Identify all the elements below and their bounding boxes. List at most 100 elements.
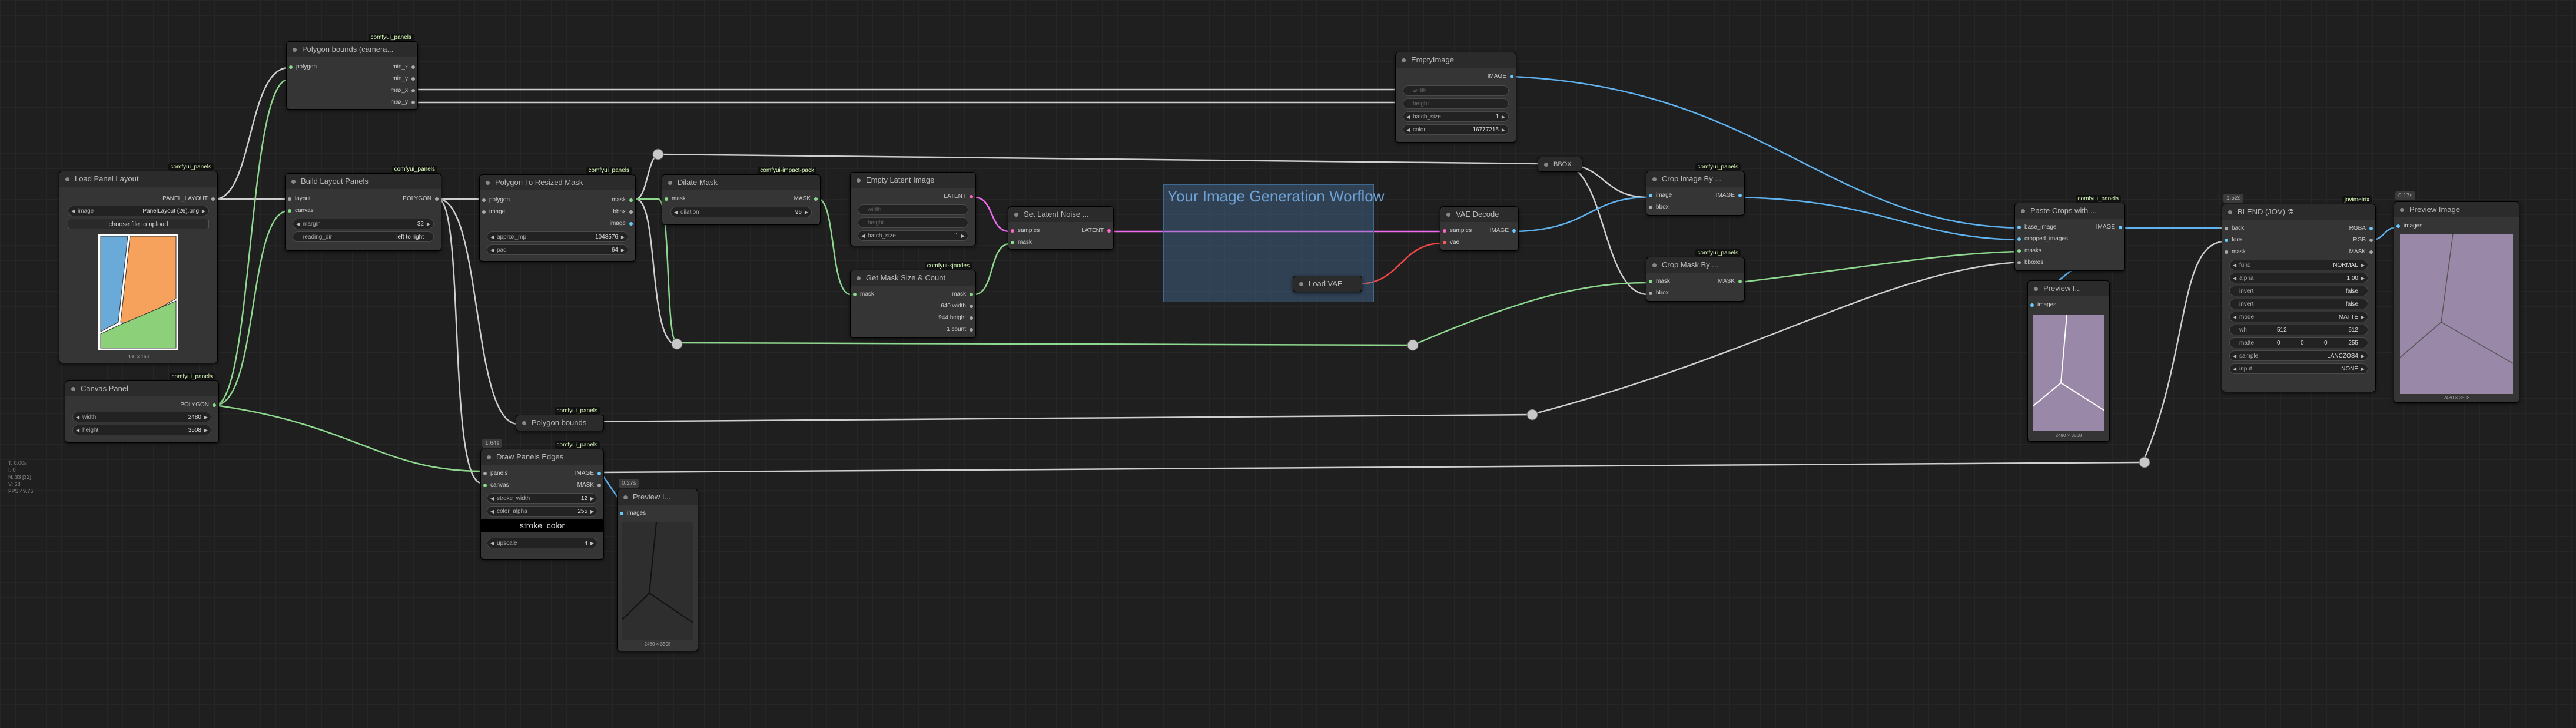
- node-dilate-mask[interactable]: comfyui-impact-pack Dilate Mask mask MAS…: [662, 167, 821, 225]
- node-bbox[interactable]: BBOX: [1538, 157, 1582, 172]
- node-title[interactable]: BLEND (JOV) ⚗: [2222, 204, 2375, 220]
- node-crop-image-by-bbox[interactable]: comfyui_panels Crop Image By ... image b…: [1646, 163, 1745, 216]
- collapse-dot-icon[interactable]: [857, 178, 861, 183]
- input-polygon[interactable]: polygon: [481, 196, 510, 204]
- node-title[interactable]: Dilate Mask: [662, 175, 820, 190]
- input-mask[interactable]: mask: [1648, 277, 1670, 286]
- node-title[interactable]: Polygon bounds: [516, 415, 603, 431]
- collapse-dot-icon[interactable]: [1402, 58, 1406, 62]
- output-image[interactable]: IMAGE: [2096, 223, 2123, 231]
- collapse-dot-icon[interactable]: [487, 455, 491, 459]
- output-latent[interactable]: LATENT: [944, 193, 974, 201]
- node-vae-decode[interactable]: VAE Decode samples vae IMAGE: [1440, 206, 1519, 251]
- reading-dir-widget[interactable]: reading_dir left to right: [293, 231, 434, 242]
- collapse-dot-icon[interactable]: [623, 495, 628, 499]
- upscale-widget[interactable]: upscale4: [487, 538, 597, 548]
- color-widget[interactable]: color16777215: [1403, 124, 1509, 135]
- node-title[interactable]: Load Panel Layout: [59, 171, 217, 187]
- input-cropped-images[interactable]: cropped_images: [2016, 235, 2068, 243]
- output-polygon[interactable]: POLYGON: [403, 195, 440, 203]
- node-title[interactable]: Load VAE: [1293, 276, 1362, 292]
- node-title[interactable]: Crop Mask By ...: [1646, 257, 1744, 273]
- collapse-dot-icon[interactable]: [65, 177, 69, 181]
- width-widget[interactable]: width2480: [72, 412, 211, 422]
- node-polygon-to-resized-mask[interactable]: comfyui_panels Polygon To Resized Mask p…: [479, 167, 636, 262]
- height-widget[interactable]: height3508: [72, 425, 211, 435]
- output-image[interactable]: image: [610, 220, 634, 228]
- node-paste-crops[interactable]: comfyui_panels Paste Crops with ... base…: [2014, 195, 2125, 271]
- collapse-dot-icon[interactable]: [1652, 263, 1657, 267]
- output-mask[interactable]: MASK: [577, 481, 602, 489]
- input-mask[interactable]: mask: [852, 290, 874, 299]
- input-image[interactable]: image: [1648, 191, 1672, 200]
- output-image[interactable]: IMAGE: [1488, 72, 1515, 81]
- collapse-dot-icon[interactable]: [857, 276, 861, 280]
- dilation-widget[interactable]: dilation96: [670, 207, 812, 217]
- collapse-dot-icon[interactable]: [2021, 209, 2025, 213]
- collapse-dot-icon[interactable]: [1299, 282, 1303, 286]
- node-canvas-panel[interactable]: comfyui_panels Canvas Panel POLYGON widt…: [65, 373, 219, 443]
- width-widget[interactable]: width: [858, 204, 968, 215]
- input-base-image[interactable]: base_image: [2016, 223, 2056, 231]
- node-empty-latent-image[interactable]: Empty Latent Image LATENT width height b…: [850, 172, 976, 246]
- output-rgb[interactable]: RGB: [2353, 236, 2374, 244]
- input-back[interactable]: back: [2223, 224, 2244, 233]
- collapse-dot-icon[interactable]: [522, 421, 526, 425]
- output-rgba[interactable]: RGBA: [2349, 224, 2374, 233]
- node-title[interactable]: Preview Image: [2394, 202, 2519, 217]
- node-load-vae[interactable]: Load VAE: [1293, 276, 1362, 292]
- collapse-dot-icon[interactable]: [486, 181, 490, 185]
- input-fore[interactable]: fore: [2223, 236, 2242, 244]
- output-image[interactable]: IMAGE: [575, 469, 602, 478]
- input-bbox[interactable]: bbox: [1648, 289, 1669, 297]
- input-polygon[interactable]: polygon: [288, 63, 317, 71]
- input-image[interactable]: image: [481, 208, 505, 216]
- node-title[interactable]: Crop Image By ...: [1646, 171, 1744, 187]
- node-empty-image[interactable]: EmptyImage IMAGE width height batch_size…: [1395, 52, 1516, 143]
- sample-widget[interactable]: sampleLANCZOS4: [2229, 350, 2368, 361]
- output-max-x[interactable]: max_x: [391, 87, 416, 95]
- stroke-width-widget[interactable]: stroke_width12: [487, 493, 597, 504]
- input-canvas[interactable]: canvas: [482, 481, 509, 489]
- output-height[interactable]: 944 height: [938, 314, 974, 322]
- output-latent[interactable]: LATENT: [1081, 227, 1112, 235]
- node-build-layout-panels[interactable]: comfyui_panels Build Layout Panels layou…: [285, 166, 441, 251]
- output-image[interactable]: IMAGE: [1490, 227, 1517, 235]
- node-title[interactable]: Draw Panels Edges: [481, 449, 603, 465]
- input-mask[interactable]: mask: [1010, 239, 1032, 247]
- node-title[interactable]: VAE Decode: [1440, 207, 1518, 222]
- pad-widget[interactable]: pad64: [487, 244, 628, 255]
- matte-widget[interactable]: matte 0 0 0 255: [2229, 337, 2368, 348]
- upload-button[interactable]: choose file to upload: [68, 219, 209, 229]
- output-mask[interactable]: MASK: [2349, 248, 2374, 256]
- node-title[interactable]: Get Mask Size & Count: [851, 270, 975, 286]
- node-title[interactable]: Preview I...: [618, 489, 698, 505]
- node-preview-image-final[interactable]: 0.17s Preview Image images 2480 × 3508: [2394, 191, 2519, 403]
- invert-toggle-2[interactable]: invert false: [2229, 299, 2368, 309]
- input-panels[interactable]: panels: [482, 469, 507, 478]
- input-bbox[interactable]: bbox: [1648, 203, 1669, 211]
- output-width[interactable]: 640 width: [941, 302, 974, 310]
- node-title[interactable]: Build Layout Panels: [286, 174, 441, 189]
- input-images[interactable]: images: [619, 509, 646, 518]
- collapse-dot-icon[interactable]: [1014, 213, 1018, 217]
- node-draw-panels-edges[interactable]: 1.64s comfyui_panels Draw Panels Edges p…: [480, 439, 604, 560]
- collapse-dot-icon[interactable]: [71, 387, 75, 391]
- wh-widget[interactable]: wh 512 512: [2229, 325, 2368, 335]
- input-bboxes[interactable]: bboxes: [2016, 259, 2043, 267]
- node-preview-image-edges[interactable]: 0.27s Preview I... images 2480 × 3508: [617, 479, 698, 651]
- collapse-dot-icon[interactable]: [1652, 177, 1657, 181]
- image-select-widget[interactable]: imagePanelLayout (26).png: [68, 206, 209, 216]
- node-polygon-bounds-mid[interactable]: comfyui_panels Polygon bounds: [516, 407, 604, 431]
- node-title[interactable]: Paste Crops with ...: [2015, 203, 2124, 219]
- node-get-mask-size-count[interactable]: comfyui-kjnodes Get Mask Size & Count ma…: [850, 262, 976, 338]
- collapse-dot-icon[interactable]: [2228, 210, 2232, 214]
- node-title[interactable]: Set Latent Noise ...: [1008, 207, 1113, 222]
- height-widget[interactable]: height: [1403, 98, 1509, 109]
- node-polygon-bounds-top[interactable]: comfyui_panels Polygon bounds (camera...…: [286, 34, 418, 110]
- node-title[interactable]: BBOX: [1538, 157, 1582, 171]
- collapse-dot-icon[interactable]: [2034, 287, 2038, 291]
- node-title[interactable]: Canvas Panel: [65, 381, 218, 396]
- node-title[interactable]: Empty Latent Image: [851, 173, 975, 188]
- output-polygon[interactable]: POLYGON: [180, 401, 217, 409]
